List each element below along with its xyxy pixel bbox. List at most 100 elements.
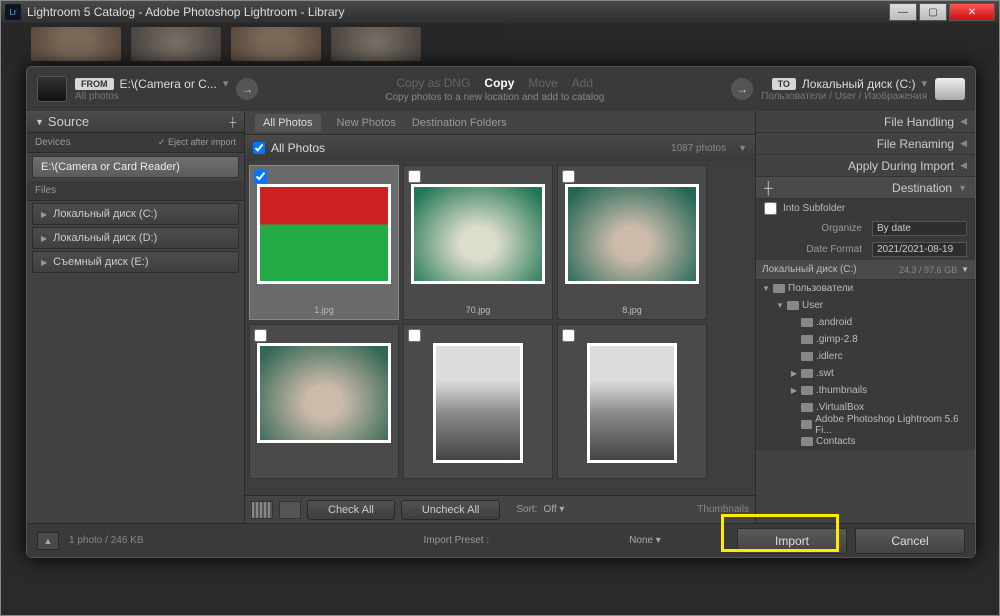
status-text: 1 photo / 246 KB	[69, 535, 144, 546]
dest-dropdown-icon[interactable]: ▾	[921, 77, 927, 90]
import-preset-label: Import Preset :	[424, 535, 490, 546]
folder-icon	[773, 284, 785, 293]
photo-cell[interactable]: 1.jpg	[249, 165, 399, 320]
organize-label: Organize	[821, 223, 862, 234]
folder-node[interactable]: ▼User	[756, 297, 975, 314]
folder-icon	[801, 335, 813, 344]
disk-row[interactable]: Локальный диск (C:)24.3 / 97.6 GB▼	[756, 260, 975, 280]
chevron-down-icon[interactable]: ▼	[738, 143, 747, 153]
source-dropdown-icon[interactable]: ▾	[223, 77, 229, 90]
photo-thumbnail[interactable]	[587, 343, 677, 463]
photo-filename: 1.jpg	[314, 305, 334, 315]
sort-label: Sort:	[516, 504, 537, 515]
photo-checkbox[interactable]	[254, 170, 267, 183]
device-row[interactable]: E:\(Camera or Card Reader)	[32, 156, 239, 178]
grid-view-button[interactable]	[251, 501, 273, 519]
import-preset-value[interactable]: None ▾	[629, 535, 661, 546]
file-handling-panel[interactable]: File Handling◀	[756, 111, 975, 133]
tab-all-photos[interactable]: All Photos	[255, 114, 321, 132]
to-label: TO	[772, 78, 796, 90]
dest-path[interactable]: Локальный диск (C:)	[802, 77, 916, 91]
source-title: Source	[48, 114, 89, 129]
drive-row[interactable]: ▶Локальный диск (D:)	[32, 227, 239, 249]
drive-row[interactable]: ▶Локальный диск (C:)	[32, 203, 239, 225]
folder-icon	[787, 301, 799, 310]
window-title: Lightroom 5 Catalog - Adobe Photoshop Li…	[27, 5, 345, 19]
apply-during-import-panel[interactable]: Apply During Import◀	[756, 155, 975, 177]
folder-icon	[801, 386, 813, 395]
cancel-button[interactable]: Cancel	[855, 528, 965, 554]
plus-icon[interactable]: ┼	[764, 181, 773, 195]
photo-checkbox[interactable]	[254, 329, 267, 342]
into-subfolder-checkbox[interactable]	[764, 202, 777, 215]
photo-cell[interactable]	[249, 324, 399, 479]
photo-thumbnail[interactable]	[257, 184, 391, 284]
import-dialog: FROM E:\(Camera or C... ▾ All photos → C…	[26, 66, 976, 558]
photo-thumbnail[interactable]	[411, 184, 545, 284]
window-maximize-button[interactable]: ▢	[919, 3, 947, 21]
photo-cell[interactable]	[403, 324, 553, 479]
import-button[interactable]: Import	[737, 528, 847, 554]
files-header: Files	[27, 181, 244, 201]
folder-node[interactable]: .android	[756, 314, 975, 331]
collapse-button[interactable]: ▲	[37, 532, 59, 550]
plus-icon[interactable]: ┼	[230, 117, 236, 127]
window-titlebar: Lr Lightroom 5 Catalog - Adobe Photoshop…	[1, 1, 999, 23]
arrow-forward-icon-2[interactable]: →	[731, 78, 753, 100]
copy-mode-selector[interactable]: Copy as DNG Copy Move Add	[396, 76, 593, 90]
window-close-button[interactable]: ✕	[949, 3, 995, 21]
folder-icon	[801, 403, 813, 412]
from-label: FROM	[75, 78, 114, 90]
op-subtitle: Copy photos to a new location and add to…	[385, 92, 604, 103]
folder-node[interactable]: ▶.thumbnails	[756, 382, 975, 399]
folder-icon	[801, 437, 813, 446]
datefmt-select[interactable]: 2021/2021-08-19	[872, 242, 967, 257]
photo-thumbnail[interactable]	[565, 184, 699, 284]
photo-checkbox[interactable]	[562, 170, 575, 183]
select-all-checkbox[interactable]	[253, 142, 265, 154]
photo-filename: 8.jpg	[622, 305, 642, 315]
folder-node[interactable]: ▶.swt	[756, 365, 975, 382]
folder-node[interactable]: .gimp-2.8	[756, 331, 975, 348]
folder-icon	[801, 420, 812, 429]
background-filmstrip	[1, 23, 999, 65]
eject-after-import-toggle[interactable]: Eject after import	[168, 137, 236, 147]
printer-icon[interactable]	[935, 78, 965, 100]
sort-value[interactable]: Off ▾	[543, 504, 564, 515]
folder-icon	[801, 369, 813, 378]
op-add[interactable]: Add	[572, 76, 593, 90]
photo-cell[interactable]: 8.jpg	[557, 165, 707, 320]
photo-checkbox[interactable]	[562, 329, 575, 342]
source-path[interactable]: E:\(Camera or C...	[120, 77, 217, 91]
op-copy-dng[interactable]: Copy as DNG	[396, 76, 470, 90]
harddrive-icon	[37, 76, 67, 102]
source-panel-header[interactable]: ▼ Source ┼	[27, 111, 244, 133]
photo-cell[interactable]	[557, 324, 707, 479]
window-minimize-button[interactable]: —	[889, 3, 917, 21]
all-photos-label: All Photos	[271, 141, 325, 155]
arrow-forward-icon[interactable]: →	[236, 78, 258, 100]
organize-select[interactable]: By date	[872, 221, 967, 236]
into-subfolder-label: Into Subfolder	[783, 203, 845, 214]
photo-thumbnail[interactable]	[433, 343, 523, 463]
op-move[interactable]: Move	[528, 76, 557, 90]
folder-node[interactable]: ▼Пользователи	[756, 280, 975, 297]
folder-node[interactable]: Contacts	[756, 433, 975, 450]
photo-checkbox[interactable]	[408, 170, 421, 183]
op-copy[interactable]: Copy	[484, 76, 514, 90]
tab-destination-folders[interactable]: Destination Folders	[412, 117, 507, 129]
photo-checkbox[interactable]	[408, 329, 421, 342]
check-all-button[interactable]: Check All	[307, 500, 395, 520]
tab-new-photos[interactable]: New Photos	[337, 117, 396, 129]
folder-node[interactable]: Adobe Photoshop Lightroom 5.6 Fi...	[756, 416, 975, 433]
file-renaming-panel[interactable]: File Renaming◀	[756, 133, 975, 155]
uncheck-all-button[interactable]: Uncheck All	[401, 500, 500, 520]
folder-node[interactable]: .idlerc	[756, 348, 975, 365]
loupe-view-button[interactable]	[279, 501, 301, 519]
photo-thumbnail[interactable]	[257, 343, 391, 443]
drive-row[interactable]: ▶Съемный диск (E:)	[32, 251, 239, 273]
thumbnails-slider-label: Thumbnails	[697, 504, 749, 515]
destination-panel-header[interactable]: ┼Destination▼	[756, 177, 975, 199]
source-subtitle: All photos	[75, 91, 228, 102]
photo-cell[interactable]: 70.jpg	[403, 165, 553, 320]
